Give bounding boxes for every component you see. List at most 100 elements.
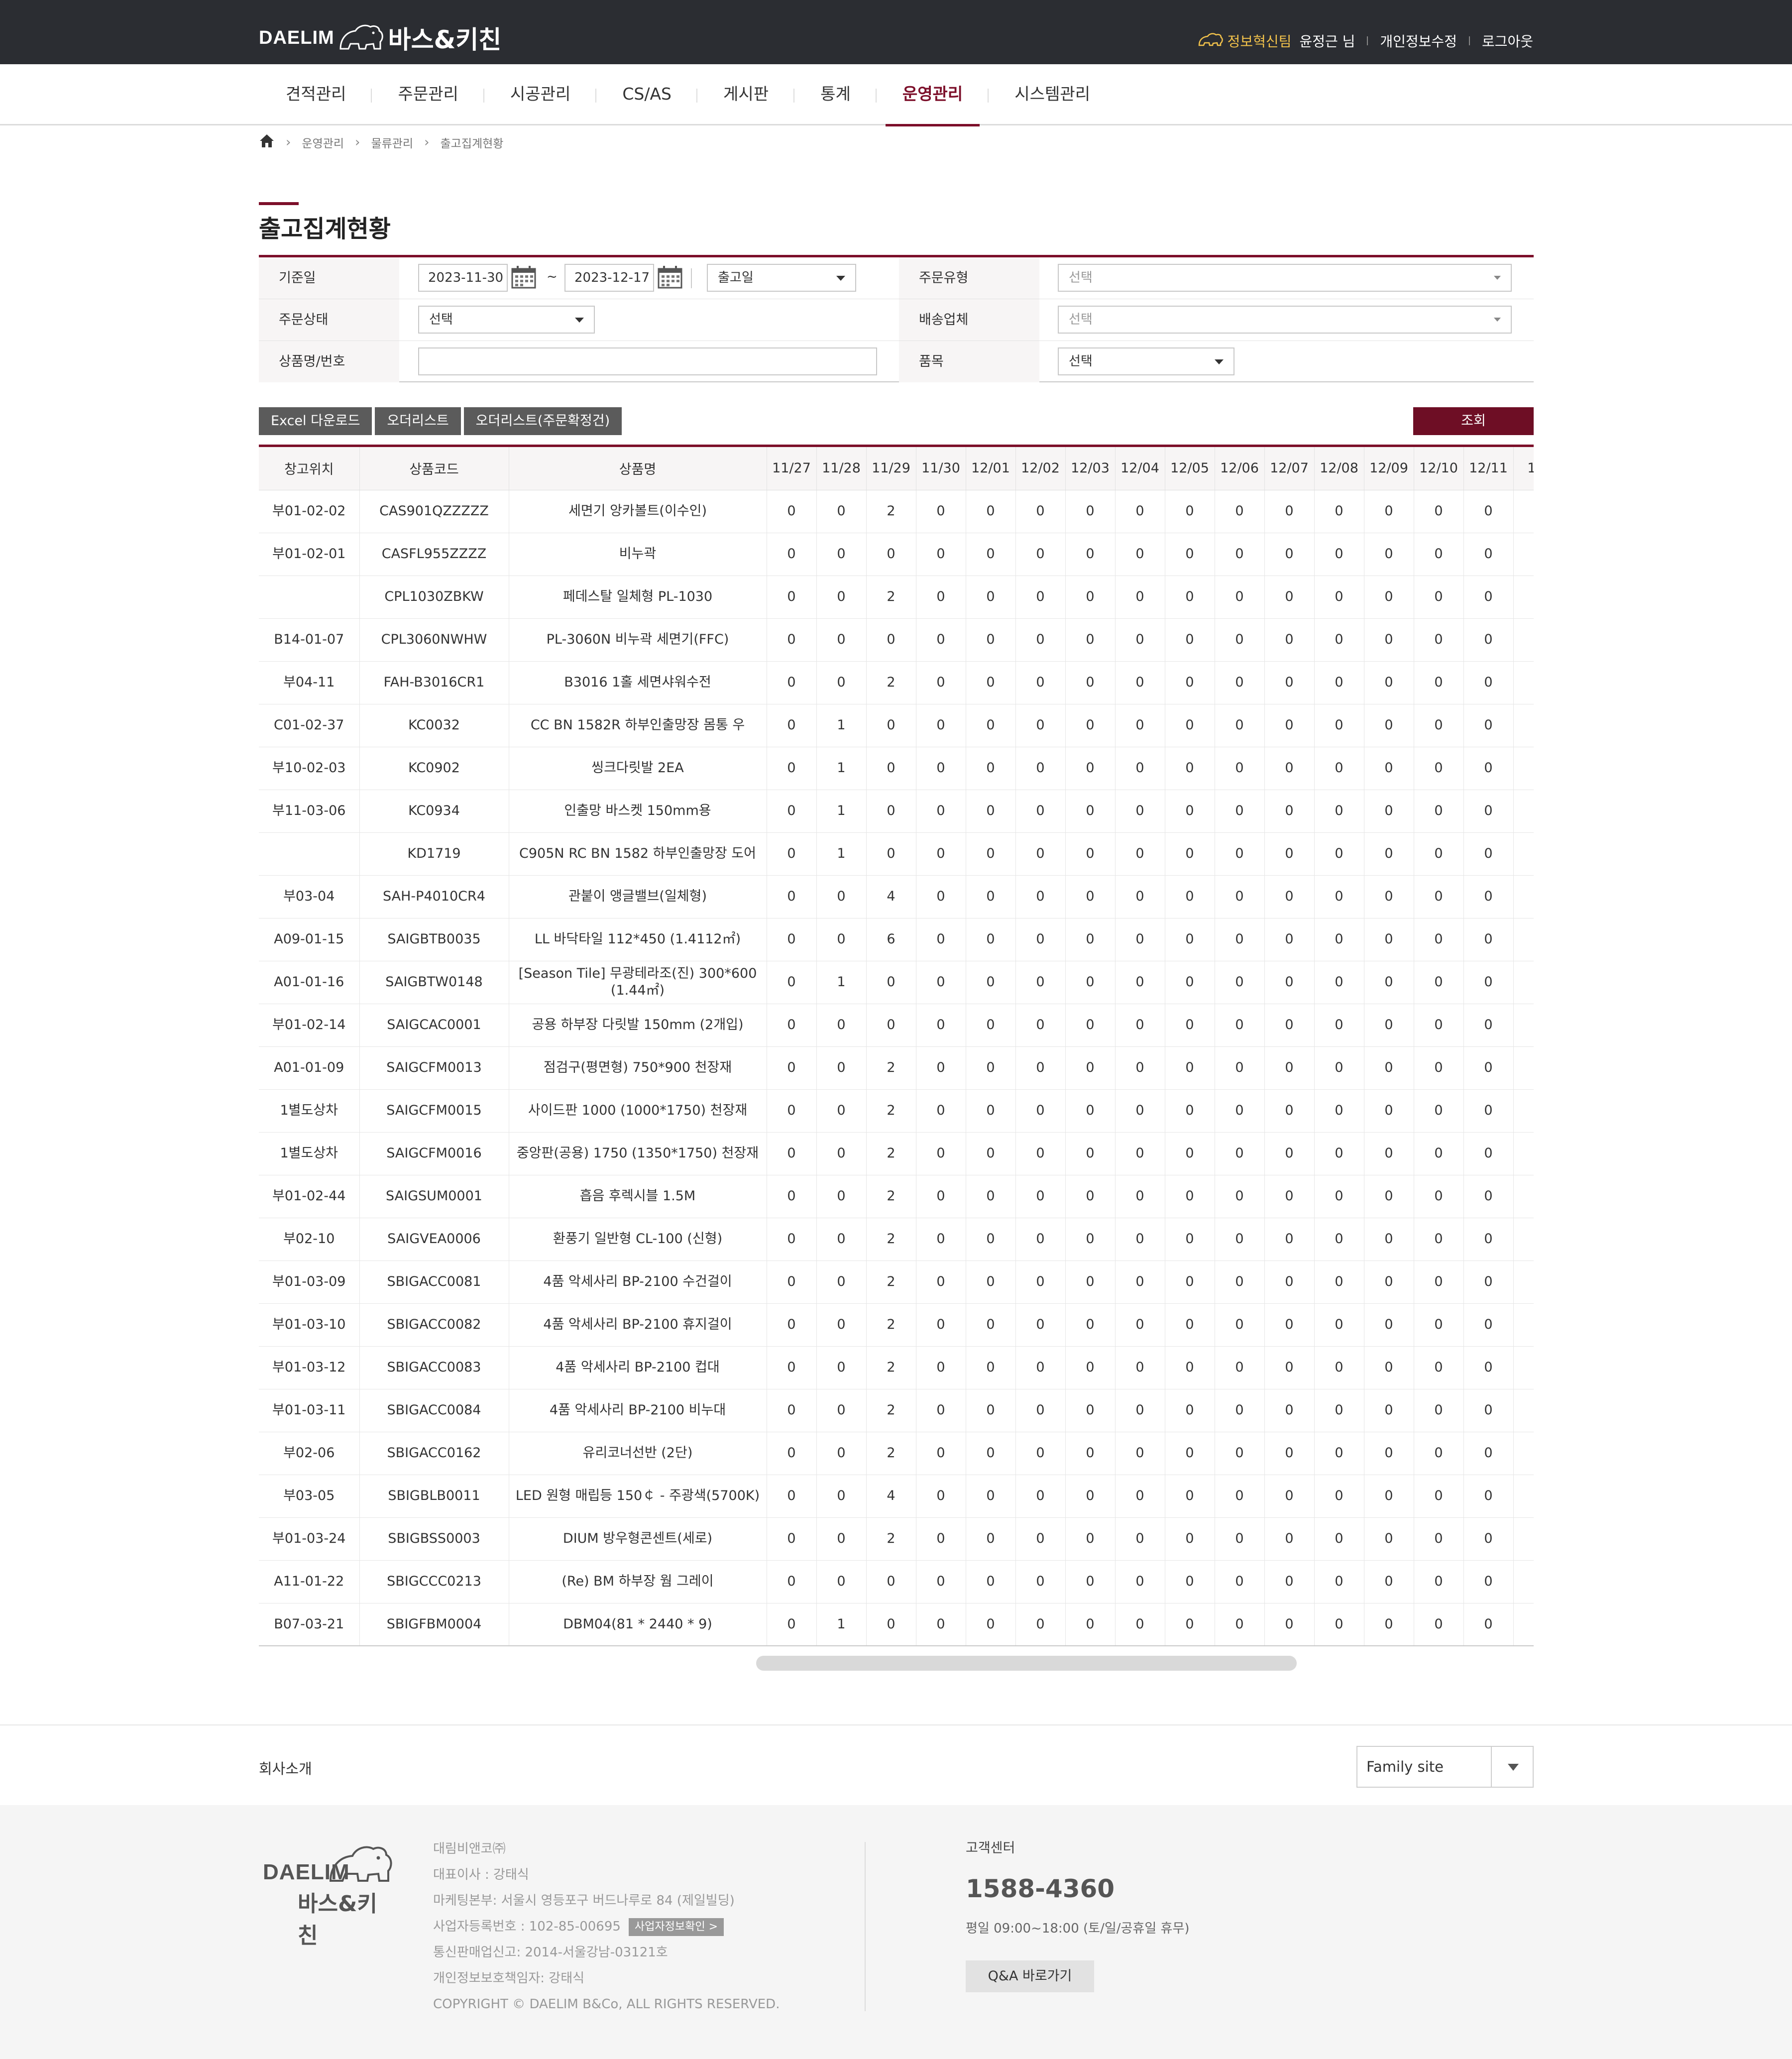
- quantity-cell: 0: [966, 1475, 1016, 1518]
- quantity-cell: 0: [1414, 1132, 1464, 1175]
- nav-item-statistics[interactable]: 통계: [794, 64, 877, 125]
- quantity-cell: 0: [1015, 1303, 1066, 1347]
- date-from-input[interactable]: 2023-11-30: [418, 264, 508, 292]
- table-row[interactable]: A01-01-16 SAIGBTW0148 [Season Tile] 무광테라조(…: [259, 961, 1534, 1004]
- table-row[interactable]: 부04-11 FAH-B3016CR1 B3016 1홀 세면샤워수전 0 0 2 0 0 0 0…: [259, 661, 1534, 704]
- quantity-cell: 0: [966, 1303, 1016, 1347]
- table-row[interactable]: 부01-02-44 SAIGSUM0001 흡음 후렉시블 1.5M 0 0 2 0 0 0 0 0…: [259, 1175, 1534, 1218]
- nav-item-cs-as[interactable]: CS/AS: [596, 64, 697, 125]
- table-row[interactable]: 부01-03-12 SBIGACC0083 4품 악세사리 BP-2100 컵대 0 0…: [259, 1346, 1534, 1389]
- table-row[interactable]: C01-02-37 KC0032 CC BN 1582R 하부인출망장 몸통 우01…: [259, 704, 1534, 747]
- quantity-cell: 0: [1314, 1089, 1364, 1133]
- quantity-cell: 0: [1264, 1260, 1315, 1304]
- qa-button[interactable]: Q&A 바로가기: [966, 1960, 1094, 1992]
- quantity-cell: 0: [767, 1389, 817, 1432]
- quantity-cell: 0: [1364, 1218, 1414, 1261]
- date-to-input[interactable]: 2023-12-17: [564, 264, 654, 292]
- nav-item-estimate[interactable]: 견적관리: [260, 64, 372, 125]
- table-row[interactable]: A11-01-22 SBIGCCC0213 (Re) BM 하부장 웜 그레이 0 0 0…: [259, 1560, 1534, 1603]
- quantity-cell: 0: [1364, 1046, 1414, 1090]
- quantity-cell: 0: [1414, 1303, 1464, 1347]
- nav-item-construction[interactable]: 시공관리: [484, 64, 597, 125]
- product-code-cell: SBIGACC0162: [359, 1432, 509, 1475]
- search-button[interactable]: 조회: [1413, 407, 1534, 435]
- quantity-cell: 0: [1165, 1260, 1215, 1304]
- site-logo[interactable]: DAELIM 바스&키친: [259, 18, 501, 58]
- quantity-cell: 0: [1115, 490, 1165, 533]
- location-cell: 부01-02-01: [259, 533, 360, 576]
- quantity-cell: 0: [767, 1046, 817, 1090]
- logout-link[interactable]: 로그아웃: [1482, 31, 1533, 51]
- footer-divider: [0, 1724, 1792, 1725]
- quantity-cell: 0: [1015, 618, 1066, 662]
- quantity-cell: 0: [767, 618, 817, 662]
- chevron-down-icon[interactable]: [1491, 1747, 1533, 1787]
- home-icon[interactable]: [259, 133, 275, 151]
- quantity-cell: 0: [1314, 832, 1364, 876]
- table-row[interactable]: 부03-05 SBIGBLB0011 LED 원형 매립등 150￠ - 주광색(5…: [259, 1475, 1534, 1518]
- date-type-select[interactable]: 출고일: [707, 264, 856, 292]
- table-row[interactable]: 부01-03-09 SBIGACC0081 4품 악세사리 BP-2100 수건걸이…: [259, 1260, 1534, 1304]
- quantity-cell: 0: [1463, 747, 1514, 790]
- quantity-cell: 0: [767, 1346, 817, 1389]
- excel-download-button[interactable]: Excel 다운로드: [259, 407, 372, 435]
- table-row[interactable]: 1별도상차 SAIGCFM0016 중앙판(공용) 1750 (1350*1750)…: [259, 1132, 1534, 1175]
- carrier-select[interactable]: 선택: [1058, 306, 1512, 334]
- table-row[interactable]: 1별도상차 SAIGCFM0015 사이드판 1000 (1000*1750) 천장…: [259, 1089, 1534, 1133]
- shipment-table-wrap[interactable]: 창고위치 상품코드 상품명 11/27 11/28 11/29 11/30 12/01 12/0…: [259, 445, 1534, 1647]
- calendar-icon[interactable]: [657, 265, 683, 289]
- nav-item-order[interactable]: 주문관리: [372, 64, 485, 125]
- table-row[interactable]: 부02-10 SAIGVEA0006 환풍기 일반형 CL-100 (신형) 0 0 2 0…: [259, 1218, 1534, 1261]
- quantity-cell: 0: [1065, 875, 1116, 918]
- table-row[interactable]: CPL1030ZBKW 페데스탈 일체형 PL-1030 0 0 2 0 0 0 0 0 0 0 0 0 0…: [259, 575, 1534, 619]
- table-row[interactable]: 부01-03-11 SBIGACC0084 4품 악세사리 BP-2100 비누대 0…: [259, 1389, 1534, 1432]
- order-list-confirmed-button[interactable]: 오더리스트(주문확정건): [463, 407, 622, 435]
- order-status-select[interactable]: 선택: [418, 306, 595, 334]
- table-row[interactable]: KD1719 C905N RC BN 1582 하부인출망장 도어 0 1 0 0 0 0 0 0…: [259, 832, 1534, 876]
- table-row[interactable]: B14-01-07 CPL3060NWHW PL-3060N 비누곽 세면기(FFC…: [259, 618, 1534, 662]
- table-row[interactable]: 부01-02-14 SAIGCAC0001 공용 하부장 다릿발 150mm (2개…: [259, 1004, 1534, 1047]
- ecommerce-text: 통신판매업신고: 2014-서울강남-03121호: [433, 1945, 668, 1960]
- table-row[interactable]: 부01-02-01CASFL955ZZZZ비누곽0000000000000000: [259, 533, 1534, 576]
- quantity-cell: 0: [1364, 618, 1414, 662]
- quantity-cell: 0: [816, 1089, 867, 1133]
- calendar-icon[interactable]: [511, 265, 537, 289]
- table-row[interactable]: 부01-03-24 SBIGBSS0003 DIUM 방우형콘센트(세로) 0 0 2 0 0…: [259, 1517, 1534, 1561]
- product-code-cell: KC0902: [359, 747, 509, 790]
- nav-item-board[interactable]: 게시판: [697, 64, 795, 125]
- table-row[interactable]: 부10-02-03KC0902씽크다릿발 2EA0100000000000000: [259, 747, 1534, 790]
- quantity-cell: 2: [866, 1517, 916, 1561]
- breadcrumb-item[interactable]: 물류관리: [371, 134, 413, 151]
- user-name: 윤정근 님: [1299, 33, 1355, 50]
- quantity-cell: 0: [1463, 1432, 1514, 1475]
- nav-item-system[interactable]: 시스템관리: [989, 64, 1116, 125]
- quantity-cell: 0: [1364, 790, 1414, 833]
- product-name-cell: 4품 악세사리 BP-2100 휴지걸이: [509, 1303, 767, 1347]
- order-list-button[interactable]: 오더리스트: [375, 407, 461, 435]
- quantity-cell: 0: [1115, 618, 1165, 662]
- table-row[interactable]: A09-01-15 SAIGBTB0035 LL 바닥타일 112*450 (1.4…: [259, 918, 1534, 961]
- biz-check-button[interactable]: 사업자정보확인 >: [628, 1918, 724, 1936]
- table-row[interactable]: B07-03-21 SBIGFBM0004 DBM04(81 * 2440 * 9)…: [259, 1603, 1534, 1646]
- quantity-cell: 0: [916, 661, 966, 704]
- table-row[interactable]: 부11-03-06 KC0934 인출망 바스켓 150mm용 0 1 0 0 0 0 0 0 0 0 0…: [259, 790, 1534, 833]
- quantity-cell: 0: [1364, 918, 1414, 961]
- table-row[interactable]: 부01-02-02 CAS901QZZZZZ 세면기 앙카볼트(이수인) 0 0 2 0 0 0…: [259, 490, 1534, 533]
- breadcrumb-item[interactable]: 운영관리: [302, 134, 344, 151]
- order-type-select[interactable]: 선택: [1058, 264, 1512, 292]
- quantity-cell: 0: [866, 747, 916, 790]
- table-row[interactable]: 부03-04 SAH-P4010CR4 관붙이 앵글밸브(일체형) 0 0 4 0 0 0 0 0 0…: [259, 875, 1534, 918]
- quantity-cell: 0: [916, 1089, 966, 1133]
- item-select[interactable]: 선택: [1058, 347, 1234, 375]
- table-row[interactable]: 부01-03-10 SBIGACC0082 4품 악세사리 BP-2100 휴지걸이…: [259, 1303, 1534, 1347]
- family-site-select[interactable]: Family site: [1356, 1746, 1534, 1788]
- horizontal-scrollbar[interactable]: [756, 1656, 1297, 1671]
- product-input[interactable]: [418, 347, 877, 375]
- table-row[interactable]: 부02-06 SBIGACC0162 유리코너선반 (2단) 0 0 2 0 0 0 0 0 0 0 0 0…: [259, 1432, 1534, 1475]
- nav-item-operation[interactable]: 운영관리: [877, 64, 989, 126]
- company-intro-link[interactable]: 회사소개: [259, 1757, 312, 1778]
- quantity-cell: 0: [1115, 1132, 1165, 1175]
- table-row[interactable]: A01-01-09 SAIGCFM0013 점검구(평면형) 750*900 천장재…: [259, 1046, 1534, 1090]
- edit-profile-link[interactable]: 개인정보수정: [1380, 31, 1457, 51]
- quantity-cell: 0: [1115, 875, 1165, 918]
